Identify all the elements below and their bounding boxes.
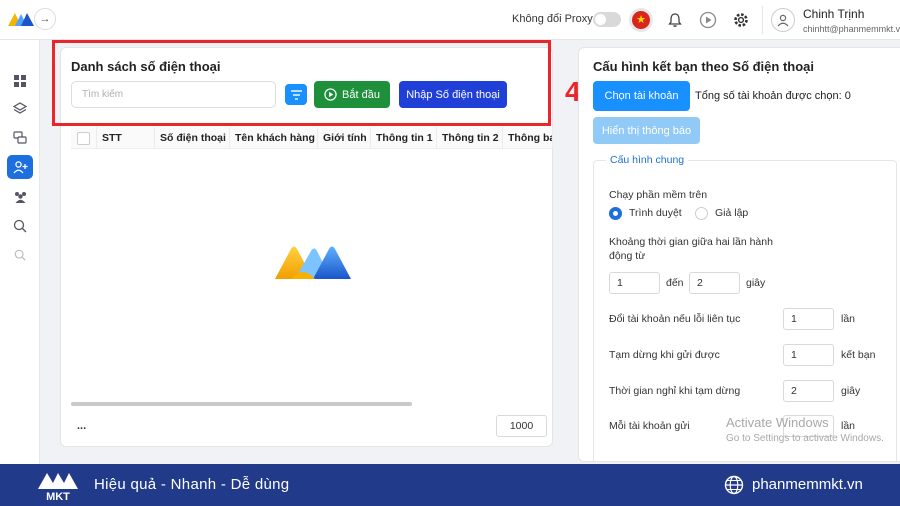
choose-account-button[interactable]: Chọn tài khoản bbox=[593, 81, 690, 111]
column-header[interactable]: Tên khách hàng bbox=[230, 127, 318, 149]
language-flag-button[interactable]: ★ bbox=[629, 8, 653, 32]
user-add-icon bbox=[12, 161, 27, 174]
chat-icon bbox=[13, 131, 27, 144]
globe-icon bbox=[724, 475, 744, 495]
proxy-toggle-label: Không đổi Proxy bbox=[512, 13, 593, 25]
highlight-frame bbox=[52, 40, 551, 126]
activate-windows-subtitle: Go to Settings to activate Windows. bbox=[726, 433, 884, 444]
switch-account-input[interactable]: 1 bbox=[783, 308, 834, 330]
pause-after-unit: kết bạn bbox=[841, 349, 876, 361]
user-name: Chinh Trịnh bbox=[803, 7, 865, 21]
grid-icon bbox=[14, 75, 26, 87]
user-icon bbox=[777, 14, 789, 27]
column-header[interactable]: Số điện thoại bbox=[155, 127, 230, 149]
pause-after-label: Tạm dừng khi gửi được bbox=[609, 349, 720, 361]
pause-after-input[interactable]: 1 bbox=[783, 344, 834, 366]
page-size-select[interactable]: 1000 bbox=[496, 415, 547, 437]
sidebar-item-add-friend[interactable] bbox=[7, 155, 33, 179]
interval-to-input[interactable]: 2 bbox=[689, 272, 740, 294]
friend-config-title: Cấu hình kết bạn theo Số điện thoại bbox=[593, 59, 815, 74]
rest-time-label: Thời gian nghỉ khi tạm dừng bbox=[609, 385, 741, 397]
horizontal-scrollbar[interactable] bbox=[71, 402, 412, 406]
team-icon bbox=[14, 192, 26, 203]
sidebar-item-messages[interactable] bbox=[7, 126, 33, 150]
brand-banner: MKT Hiệu quả - Nhanh - Dễ dùng phanmemmk… bbox=[0, 464, 900, 506]
switch-account-unit: lần bbox=[841, 313, 856, 325]
mkt-logo-text: MKT bbox=[46, 491, 70, 503]
radio-emulator[interactable] bbox=[695, 207, 708, 220]
brand-slogan: Hiệu quả - Nhanh - Dễ dùng bbox=[94, 476, 290, 493]
radio-emulator-label[interactable]: Giả lập bbox=[715, 207, 748, 219]
column-header[interactable]: Thông tin 2 bbox=[437, 127, 503, 149]
arrow-right-icon: → bbox=[39, 13, 51, 25]
user-avatar[interactable] bbox=[771, 8, 795, 32]
layers-icon bbox=[13, 102, 27, 114]
column-header[interactable]: Thông tin 1 bbox=[371, 127, 437, 149]
zoom-in-icon bbox=[14, 249, 26, 261]
friend-config-panel: Cấu hình kết bạn theo Số điện thoại Chọn… bbox=[578, 47, 900, 462]
interval-unit: giây bbox=[746, 277, 766, 289]
gear-icon bbox=[734, 13, 748, 27]
empty-state-logo bbox=[275, 246, 351, 279]
top-bar: → Không đổi Proxy ★ Chinh Trịnh chinhtt@… bbox=[0, 0, 900, 40]
show-notification-button[interactable]: Hiển thị thông báo bbox=[593, 117, 700, 144]
sidebar-item-search-disabled[interactable] bbox=[7, 243, 33, 267]
phone-table: STT Số điện thoại Tên khách hàng Giới tí… bbox=[71, 127, 554, 407]
mkt-logo: MKT bbox=[38, 473, 78, 503]
sidebar-item-groups[interactable] bbox=[7, 185, 33, 209]
interval-from-input[interactable]: 1 bbox=[609, 272, 660, 294]
radio-browser[interactable] bbox=[609, 207, 622, 220]
sidebar-expand-button[interactable]: → bbox=[34, 8, 56, 30]
brand-website[interactable]: phanmemmkt.vn bbox=[752, 476, 863, 493]
tutorial-video-button[interactable] bbox=[696, 8, 720, 32]
interval-label-cont: động từ bbox=[609, 250, 646, 262]
each-account-unit: lần bbox=[841, 420, 856, 432]
vietnam-flag-icon: ★ bbox=[632, 11, 650, 29]
app-logo bbox=[8, 13, 34, 26]
settings-button[interactable] bbox=[729, 8, 753, 32]
interval-label: Khoảng thời gian giữa hai lần hành bbox=[609, 236, 773, 248]
user-email: chinhtt@phanmemmkt.vn bbox=[803, 24, 900, 34]
column-header[interactable]: STT bbox=[97, 127, 155, 149]
sidebar-item-dashboard[interactable] bbox=[7, 69, 33, 93]
rest-time-unit: giây bbox=[841, 385, 861, 397]
activate-windows-title: Activate Windows bbox=[726, 415, 829, 430]
notification-button[interactable] bbox=[663, 8, 687, 32]
selected-account-count: Tổng số tài khoản được chọn: 0 bbox=[695, 90, 851, 102]
rest-time-input[interactable]: 2 bbox=[783, 380, 834, 402]
radio-browser-label[interactable]: Trình duyệt bbox=[629, 207, 682, 219]
topbar-divider bbox=[762, 6, 763, 34]
general-config-legend: Cấu hình chung bbox=[606, 154, 689, 166]
zoom-icon bbox=[13, 219, 27, 233]
select-all-checkbox[interactable] bbox=[71, 127, 97, 149]
sidebar bbox=[0, 40, 40, 464]
sidebar-item-layers[interactable] bbox=[7, 97, 33, 121]
play-circle-icon bbox=[699, 11, 717, 29]
switch-account-label: Đổi tài khoản nếu lỗi liên tục bbox=[609, 313, 741, 325]
run-on-label: Chạy phần mềm trên bbox=[609, 189, 708, 201]
proxy-toggle[interactable] bbox=[593, 12, 621, 27]
table-header: STT Số điện thoại Tên khách hàng Giới tí… bbox=[71, 127, 553, 149]
column-header[interactable]: Giới tính bbox=[318, 127, 371, 149]
column-header[interactable]: Thông ba bbox=[503, 127, 553, 149]
pagination-ellipsis: ... bbox=[77, 420, 87, 432]
bell-icon bbox=[668, 13, 682, 27]
interval-to-label: đến bbox=[666, 277, 684, 289]
sidebar-item-search[interactable] bbox=[7, 214, 33, 238]
each-account-label: Mỗi tài khoản gửi bbox=[609, 420, 690, 432]
